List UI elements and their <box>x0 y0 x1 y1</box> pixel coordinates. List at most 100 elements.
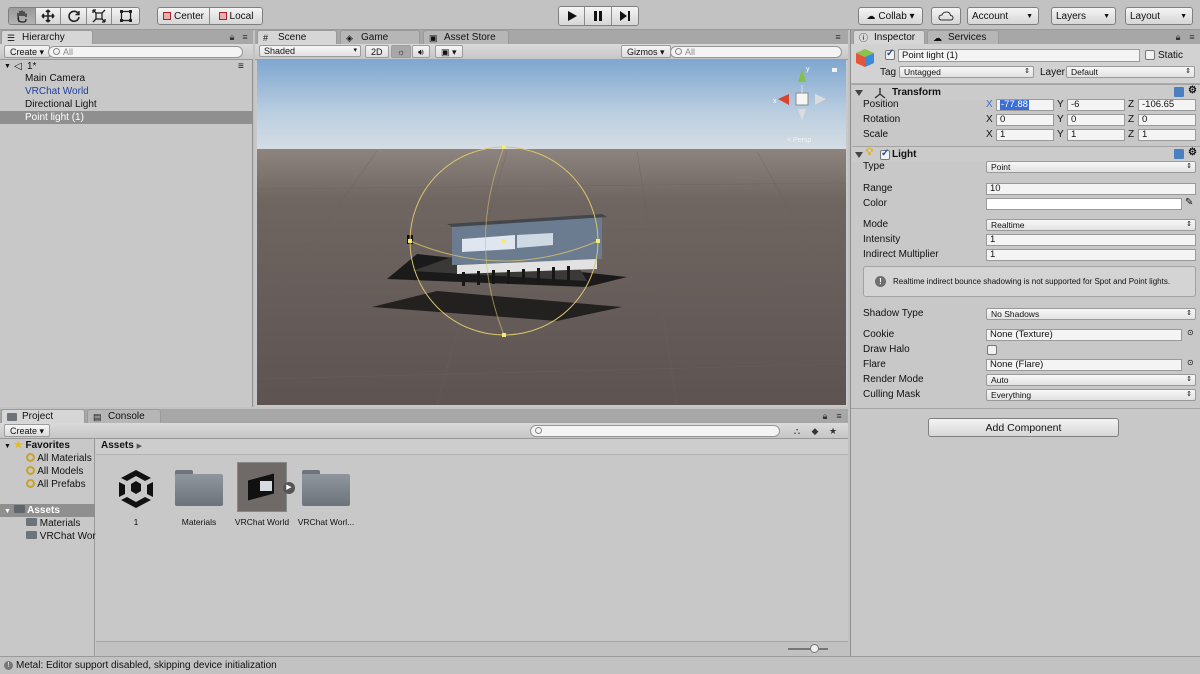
light-range-field[interactable]: 10 <box>986 183 1196 195</box>
gameobject-name-field[interactable]: Point light (1) <box>898 49 1140 62</box>
cookie-object-field[interactable]: None (Texture) <box>986 329 1182 341</box>
expand-triangle-icon[interactable]: ▼ <box>4 508 11 515</box>
gear-icon[interactable]: ⚙ <box>1188 147 1197 158</box>
layers-dropdown[interactable]: Layers ▼ <box>1051 7 1116 25</box>
search-by-type-icon[interactable]: ⛬ <box>792 426 802 436</box>
panel-menu-icon[interactable]: ≡ <box>834 411 844 421</box>
rect-tool-button[interactable] <box>112 8 139 24</box>
position-z-field[interactable]: -106.65 <box>1138 99 1196 111</box>
scale-z-field[interactable]: 1 <box>1138 129 1196 141</box>
scale-x-field[interactable]: 1 <box>996 129 1054 141</box>
gameobject-active-checkbox[interactable] <box>885 48 895 60</box>
favorite-all-materials[interactable]: All Materials <box>26 452 92 465</box>
tag-dropdown[interactable]: Untagged ⇕ <box>899 66 1034 78</box>
step-button[interactable] <box>611 7 638 25</box>
asset-item[interactable]: VRChat Worl... <box>295 462 357 527</box>
tab-hierarchy[interactable]: ☰ Hierarchy <box>1 30 93 44</box>
rotation-z-field[interactable]: 0 <box>1138 114 1196 126</box>
hierarchy-create-button[interactable]: Create ▾ <box>4 45 51 58</box>
position-x-field[interactable]: -77.88 <box>996 99 1054 111</box>
tab-asset-store[interactable]: ▣ Asset Store <box>423 30 509 44</box>
hierarchy-item-main-camera[interactable]: Main Camera <box>0 72 252 85</box>
panel-menu-icon[interactable]: ≡ <box>833 32 843 42</box>
scale-y-field[interactable]: 1 <box>1067 129 1125 141</box>
lock-icon[interactable]: 🔒︎ <box>227 32 237 42</box>
favorites-header[interactable]: ▼ ★ Favorites <box>4 439 70 452</box>
object-picker-icon[interactable]: ⊙ <box>1187 328 1194 337</box>
layer-dropdown[interactable]: Default ⇕ <box>1066 66 1195 78</box>
hierarchy-item-vrchat-world[interactable]: VRChat World <box>0 85 252 98</box>
scene-effects-dropdown[interactable]: ▣ ▾ <box>435 45 463 58</box>
scene-viewport[interactable]: y x < Persp <box>257 59 846 405</box>
project-search-input[interactable] <box>530 425 780 437</box>
add-component-button[interactable]: Add Component <box>928 418 1119 437</box>
render-mode-dropdown[interactable]: Auto ⇕ <box>986 374 1196 386</box>
lock-view-icon[interactable] <box>832 68 837 72</box>
tab-services[interactable]: ☁ Services <box>927 30 999 44</box>
expand-triangle-icon[interactable]: ▼ <box>4 443 11 450</box>
pivot-center-button[interactable]: Center <box>158 8 211 24</box>
tab-project[interactable]: Project <box>1 409 85 423</box>
panel-menu-icon[interactable]: ≡ <box>1187 32 1197 42</box>
gizmos-dropdown[interactable]: Gizmos ▾ <box>621 45 671 58</box>
hierarchy-search-input[interactable]: All <box>48 46 243 58</box>
perspective-label[interactable]: < Persp <box>787 137 811 144</box>
rotation-x-field[interactable]: 0 <box>996 114 1054 126</box>
collab-button[interactable]: ☁ Collab ▾ <box>858 7 923 25</box>
hand-tool-button[interactable] <box>9 8 36 24</box>
shading-mode-dropdown[interactable]: Shaded ▾ <box>259 45 361 57</box>
play-button[interactable] <box>559 7 586 25</box>
lock-icon[interactable]: 🔒︎ <box>1173 32 1183 42</box>
light-enabled-checkbox[interactable] <box>880 148 890 160</box>
cloud-services-button[interactable] <box>931 7 961 25</box>
draw-halo-checkbox[interactable] <box>987 345 997 355</box>
project-create-button[interactable]: Create ▾ <box>4 424 51 437</box>
shadow-type-dropdown[interactable]: No Shadows ⇕ <box>986 308 1196 320</box>
breadcrumb-assets[interactable]: Assets <box>101 440 134 451</box>
layout-dropdown[interactable]: Layout ▼ <box>1125 7 1193 25</box>
gear-icon[interactable]: ⚙ <box>1188 85 1197 96</box>
light-mode-dropdown[interactable]: Realtime ⇕ <box>986 219 1196 231</box>
tab-game[interactable]: ◈ Game <box>340 30 420 44</box>
object-picker-icon[interactable]: ⊙ <box>1187 358 1194 367</box>
tab-console[interactable]: ▤ Console <box>87 409 161 423</box>
tab-scene[interactable]: # Scene <box>257 30 337 44</box>
hierarchy-item-point-light[interactable]: Point light (1) <box>0 111 252 124</box>
rotation-y-field[interactable]: 0 <box>1067 114 1125 126</box>
move-tool-button[interactable] <box>35 8 62 24</box>
status-message[interactable]: Metal: Editor support disabled, skipping… <box>16 660 277 671</box>
eyedropper-icon[interactable]: ✎ <box>1185 197 1193 208</box>
light-color-swatch[interactable] <box>986 198 1182 210</box>
account-dropdown[interactable]: Account ▼ <box>967 7 1039 25</box>
asset-item[interactable]: 1 <box>105 462 167 527</box>
light-intensity-field[interactable]: 1 <box>986 234 1196 246</box>
scene-search-input[interactable]: All <box>670 46 842 58</box>
hierarchy-item-directional-light[interactable]: Directional Light <box>0 98 252 111</box>
expand-prefab-icon[interactable]: ▶ <box>283 482 295 494</box>
asset-item[interactable]: ▶ VRChat World <box>231 462 295 527</box>
scale-tool-button[interactable] <box>86 8 113 24</box>
help-book-icon[interactable] <box>1174 87 1184 97</box>
pause-button[interactable] <box>585 7 612 25</box>
favorite-all-models[interactable]: All Models <box>26 465 83 478</box>
static-checkbox[interactable] <box>1145 50 1155 60</box>
culling-mask-dropdown[interactable]: Everything ⇕ <box>986 389 1196 401</box>
light-type-dropdown[interactable]: Point ⇕ <box>986 161 1196 173</box>
flare-object-field[interactable]: None (Flare) <box>986 359 1182 371</box>
help-book-icon[interactable] <box>1174 149 1184 159</box>
light-indirect-field[interactable]: 1 <box>986 249 1196 261</box>
mode-2d-button[interactable]: 2D <box>365 45 389 58</box>
tree-folder-vrchat-world[interactable]: VRChat Worl <box>26 530 98 543</box>
rotate-tool-button[interactable] <box>61 8 87 24</box>
zoom-slider-handle[interactable] <box>810 644 819 653</box>
panel-menu-icon[interactable]: ≡ <box>240 32 250 42</box>
zoom-slider[interactable] <box>788 648 828 650</box>
tree-folder-materials[interactable]: Materials <box>26 517 80 530</box>
scene-lighting-toggle[interactable]: ☼ <box>391 45 412 58</box>
favorite-star-icon[interactable]: ★ <box>828 426 838 436</box>
lock-icon[interactable]: 🔒︎ <box>820 411 830 421</box>
asset-item[interactable]: Materials <box>168 462 230 527</box>
tab-inspector[interactable]: ⓘ Inspector <box>853 30 925 44</box>
scene-audio-toggle[interactable]: 🔊︎ <box>412 45 430 58</box>
search-by-label-icon[interactable]: ◆ <box>810 426 820 436</box>
